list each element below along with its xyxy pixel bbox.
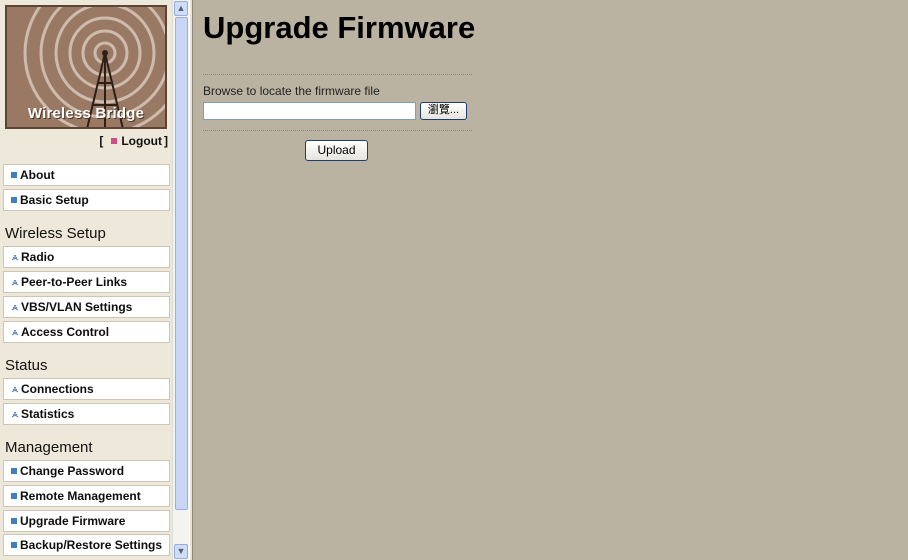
logout-bracket-open: [: [99, 134, 104, 148]
sidebar-item-radio[interactable]: Radio: [3, 246, 170, 268]
sidebar-item-label: About: [20, 168, 55, 182]
sidebar-item-vbs-vlan-settings[interactable]: VBS/VLAN Settings: [3, 296, 170, 318]
sidebar-item-label: Peer-to-Peer Links: [21, 275, 128, 289]
firmware-file-input[interactable]: [203, 102, 416, 120]
upload-button[interactable]: Upload: [305, 140, 368, 161]
square-bullet-icon: [11, 517, 17, 524]
sidebar-item-label: Upgrade Firmware: [20, 514, 126, 528]
sidebar-item-label: Basic Setup: [20, 193, 89, 207]
logout-link[interactable]: Logout: [121, 134, 162, 148]
sidebar-item-upgrade-firmware[interactable]: Upgrade Firmware: [3, 510, 170, 532]
divider: [203, 74, 472, 75]
page-title: Upgrade Firmware: [203, 10, 476, 45]
sidebar-item-label: Change Password: [20, 464, 125, 478]
sidebar-item-label: Access Control: [21, 325, 110, 339]
wireless-icon: [11, 329, 19, 336]
sidebar-item-peer-to-peer-links[interactable]: Peer-to-Peer Links: [3, 271, 170, 293]
square-bullet-icon: [11, 467, 17, 474]
wireless-icon: [11, 254, 19, 261]
scroll-up-arrow-icon[interactable]: ▲: [174, 1, 188, 16]
section-management: Management: [5, 439, 93, 456]
wireless-icon: [11, 279, 19, 286]
wireless-icon: [11, 304, 19, 311]
square-bullet-icon: [11, 196, 17, 203]
section-status: Status: [5, 357, 48, 374]
logout-bracket-close: ]: [164, 134, 168, 148]
square-bullet-icon: [11, 541, 17, 548]
sidebar-item-change-password[interactable]: Change Password: [3, 460, 170, 482]
logout-row: [ Logout]: [0, 134, 170, 148]
browse-label: Browse to locate the firmware file: [203, 84, 380, 98]
wireless-icon: [11, 411, 19, 418]
sidebar-item-label: Statistics: [21, 407, 75, 421]
sidebar: Wireless Bridge [ Logout] About Basic Set…: [0, 0, 172, 560]
logout-bullet-icon: [111, 138, 118, 145]
sidebar-item-statistics[interactable]: Statistics: [3, 403, 170, 425]
sidebar-item-label: Radio: [21, 250, 55, 264]
sidebar-item-remote-management[interactable]: Remote Management: [3, 485, 170, 507]
sidebar-item-connections[interactable]: Connections: [3, 378, 170, 400]
sidebar-item-access-control[interactable]: Access Control: [3, 321, 170, 343]
scrollbar-thumb[interactable]: [175, 17, 188, 510]
square-bullet-icon: [11, 492, 17, 499]
wireless-bridge-logo: Wireless Bridge: [5, 5, 167, 129]
sidebar-item-about[interactable]: About: [3, 164, 170, 186]
sidebar-scrollbar[interactable]: ▲ ▼: [172, 0, 189, 560]
sidebar-item-backup-restore-settings[interactable]: Backup/Restore Settings: [3, 534, 170, 556]
logo-text: Wireless Bridge: [27, 105, 145, 122]
divider: [203, 130, 472, 131]
sidebar-item-label: Backup/Restore Settings: [20, 538, 163, 552]
scroll-down-arrow-icon[interactable]: ▼: [174, 544, 188, 559]
section-wireless-setup: Wireless Setup: [5, 225, 106, 242]
sidebar-item-label: VBS/VLAN Settings: [21, 300, 133, 314]
sidebar-item-label: Remote Management: [20, 489, 141, 503]
sidebar-item-basic-setup[interactable]: Basic Setup: [3, 189, 170, 211]
browse-button[interactable]: 瀏覽...: [420, 102, 467, 120]
frame-divider[interactable]: [189, 0, 193, 560]
wireless-icon: [11, 386, 19, 393]
sidebar-item-label: Connections: [21, 382, 94, 396]
square-bullet-icon: [11, 171, 17, 178]
